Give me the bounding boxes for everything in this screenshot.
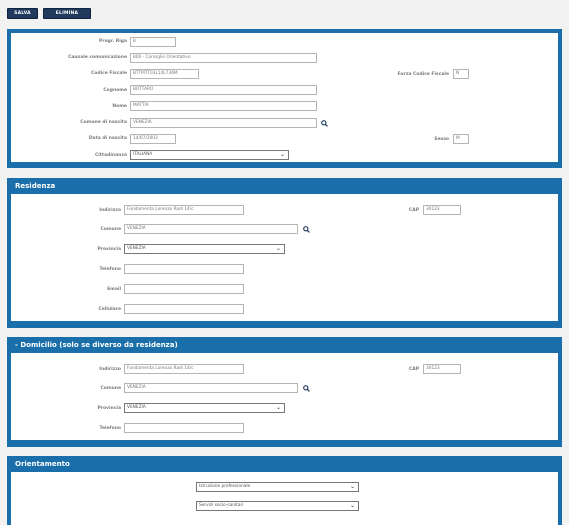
nome-input[interactable]: MATTIA — [130, 101, 317, 111]
causale-input[interactable]: 800 - Consiglio Orientativo — [130, 53, 317, 63]
chevron-down-icon: ⌄ — [279, 151, 285, 158]
dom-indirizzo-input[interactable]: Fondamenta Lorenzo Radi 14/c — [124, 364, 244, 374]
prog-riga-label: Progr. Riga — [99, 39, 127, 44]
anagrafica-body: Progr. Riga 8 Causale comunicazione 800 … — [11, 33, 558, 162]
search-comune-nascita-button[interactable] — [319, 118, 330, 128]
domicilio-panel: - Domicilio (solo se diverso da residenz… — [7, 337, 562, 447]
orientamento-value-1: Istruzione professionale — [199, 484, 251, 489]
res-cap-input[interactable]: 30123 — [423, 205, 461, 215]
dom-comune-input[interactable]: VENEZIA — [124, 383, 298, 393]
sesso-label: Sesso — [434, 137, 449, 142]
codice-fiscale-label: Codice Fiscale — [90, 71, 127, 76]
search-icon — [303, 225, 310, 233]
res-comune-label: Comune — [100, 227, 121, 232]
sesso-input[interactable]: M — [453, 134, 469, 144]
residenza-panel: Residenza Indirizzo Fondamenta Lorenzo R… — [7, 178, 562, 328]
res-indirizzo-input[interactable]: Fondamenta Lorenzo Radi 14/c — [124, 205, 244, 215]
residenza-title: Residenza — [15, 182, 56, 190]
res-cap-label: CAP — [408, 208, 419, 213]
save-button[interactable]: SALVA — [7, 8, 38, 19]
res-provincia-label: Provincia — [97, 247, 121, 252]
res-cellulare-label: Cellulare — [98, 307, 122, 312]
res-cellulare-input[interactable] — [124, 304, 244, 314]
codice-fiscale-input[interactable]: BTTMTT03L14L736M — [130, 69, 199, 79]
orientamento-panel: Orientamento Istruzione professionale ⌄ … — [7, 456, 562, 525]
cognome-label: Cognome — [103, 88, 127, 93]
residenza-body: Indirizzo Fondamenta Lorenzo Radi 14/c C… — [11, 194, 558, 321]
comune-nascita-label: Comune di nascita — [80, 120, 127, 125]
orientamento-select-1[interactable]: Istruzione professionale ⌄ — [196, 482, 359, 492]
data-nascita-input[interactable]: 14/07/2003 — [130, 134, 176, 144]
chevron-down-icon: ⌄ — [349, 502, 355, 509]
res-comune-input[interactable]: VENEZIA — [124, 224, 298, 234]
dom-provincia-select[interactable]: VENEZIA ⌄ — [124, 403, 285, 413]
dom-indirizzo-label: Indirizzo — [99, 367, 121, 372]
forza-cf-input[interactable]: N — [453, 69, 469, 79]
res-email-input[interactable] — [124, 284, 244, 294]
comune-nascita-input[interactable]: VENEZIA — [130, 118, 317, 128]
orientamento-select-2[interactable]: Servizi socio-sanitari ⌄ — [196, 501, 359, 511]
chevron-down-icon: ⌄ — [275, 245, 281, 252]
data-nascita-label: Data di nascita — [88, 136, 127, 141]
cognome-input[interactable]: BOTTARO — [130, 85, 317, 95]
res-provincia-select[interactable]: VENEZIA ⌄ — [124, 244, 285, 254]
dom-comune-label: Comune — [100, 386, 121, 391]
dom-telefono-input[interactable] — [124, 423, 244, 433]
dom-telefono-label: Telefono — [99, 426, 121, 431]
search-res-comune-button[interactable] — [301, 224, 312, 234]
toolbar: SALVA ELIMINA — [0, 0, 569, 22]
dom-cap-input[interactable]: 30123 — [423, 364, 461, 374]
orientamento-value-2: Servizi socio-sanitari — [199, 503, 244, 508]
dom-cap-label: CAP — [408, 367, 419, 372]
res-provincia-value: VENEZIA — [127, 246, 146, 251]
chevron-down-icon: ⌄ — [349, 483, 355, 490]
search-dom-comune-button[interactable] — [301, 383, 312, 393]
cittadinanza-select[interactable]: ITALIANA ⌄ — [130, 150, 289, 160]
res-indirizzo-label: Indirizzo — [99, 208, 121, 213]
domicilio-title: - Domicilio (solo se diverso da residenz… — [15, 341, 178, 349]
dom-provincia-value: VENEZIA — [127, 405, 146, 410]
cittadinanza-label: Cittadinanza — [94, 153, 127, 158]
search-icon — [303, 384, 310, 392]
prog-riga-input[interactable]: 8 — [130, 37, 176, 47]
orientamento-title: Orientamento — [15, 460, 70, 468]
orientamento-body: Istruzione professionale ⌄ Servizi socio… — [11, 472, 558, 525]
anagrafica-panel: Progr. Riga 8 Causale comunicazione 800 … — [7, 29, 562, 168]
domicilio-body: Indirizzo Fondamenta Lorenzo Radi 14/c C… — [11, 353, 558, 440]
nome-label: Nome — [112, 104, 127, 109]
chevron-down-icon: ⌄ — [275, 404, 281, 411]
delete-button[interactable]: ELIMINA — [43, 8, 91, 19]
causale-label: Causale comunicazione — [67, 55, 127, 60]
cittadinanza-value: ITALIANA — [133, 152, 153, 157]
forza-cf-label: Forza Codice Fiscale — [397, 72, 449, 77]
search-icon — [321, 119, 328, 127]
dom-provincia-label: Provincia — [97, 406, 121, 411]
res-telefono-label: Telefono — [99, 267, 121, 272]
res-telefono-input[interactable] — [124, 264, 244, 274]
res-email-label: Email — [107, 287, 121, 292]
